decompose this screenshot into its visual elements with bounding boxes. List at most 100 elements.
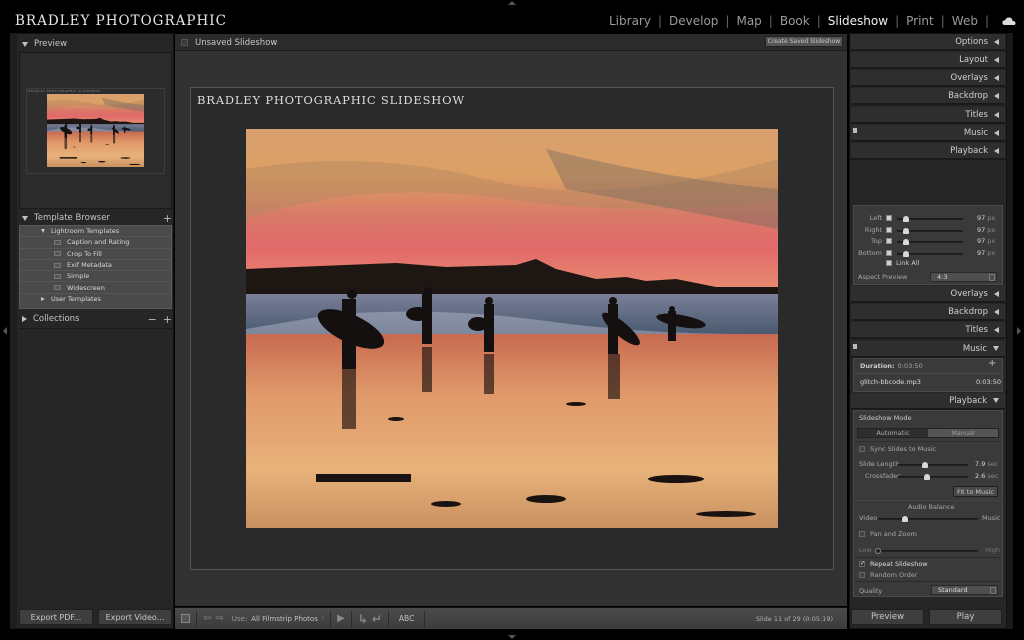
show-toolbar-square-icon[interactable] <box>181 614 190 623</box>
slide-length-slider[interactable] <box>898 462 968 468</box>
link-all-checkbox[interactable] <box>886 260 892 266</box>
music-section-header[interactable]: Music <box>851 341 1005 358</box>
quality-select[interactable]: Standard <box>931 585 998 595</box>
fit-to-music-button[interactable]: Fit to Music <box>953 486 998 497</box>
mode-automatic-button[interactable]: Automatic <box>858 429 928 437</box>
collapsed-triangle-icon <box>994 129 999 136</box>
slider-thumb[interactable] <box>903 251 909 257</box>
repeat-slideshow-checkbox[interactable]: ✓ <box>859 561 865 567</box>
previous-slide-arrow-icon[interactable]: ⇦ <box>203 613 211 624</box>
left-panel-toggle[interactable] <box>3 327 7 335</box>
export-pdf-button[interactable]: Export PDF... <box>19 609 93 625</box>
random-order-row[interactable]: Random Order <box>859 571 917 579</box>
pan-zoom-slider[interactable] <box>875 548 978 554</box>
add-template-icon[interactable]: + <box>163 212 172 225</box>
playback-section-header[interactable]: Playback <box>851 143 1005 160</box>
overlays-section-header[interactable]: Overlays <box>851 70 1005 87</box>
mode-manual-button[interactable]: Manual <box>928 429 998 437</box>
module-book[interactable]: Book <box>780 14 810 28</box>
template-item[interactable]: Exif Metadata <box>20 260 171 272</box>
repeat-slideshow-row[interactable]: ✓ Repeat Slideshow <box>859 560 928 568</box>
pan-zoom-checkbox[interactable] <box>859 531 865 537</box>
slider-thumb[interactable] <box>903 216 909 222</box>
toolbar-separator <box>350 610 352 627</box>
add-text-abc-button[interactable]: ABC <box>399 614 414 623</box>
titles-section-header[interactable]: Titles <box>851 322 1005 339</box>
folder-collapse-icon <box>41 297 45 302</box>
module-library[interactable]: Library <box>609 14 651 28</box>
export-video-button[interactable]: Export Video... <box>98 609 172 625</box>
music-track-name[interactable]: glitch-bbcode.mp3 <box>860 378 921 386</box>
aspect-preview-label: Aspect Preview <box>858 273 908 281</box>
right-panel-toggle[interactable] <box>1017 327 1021 335</box>
module-slideshow[interactable]: Slideshow <box>828 14 888 28</box>
music-section-header[interactable]: Music <box>851 125 1005 142</box>
slider-thumb[interactable] <box>921 462 928 468</box>
guide-top-slider[interactable] <box>897 239 963 245</box>
module-develop[interactable]: Develop <box>669 14 718 28</box>
next-slide-arrow-icon[interactable]: ⇨ <box>215 613 223 624</box>
crossfades-slider[interactable] <box>898 474 968 480</box>
section-label: Backdrop <box>948 306 988 317</box>
right-panel-scrollbar[interactable] <box>1007 33 1013 629</box>
options-section-header[interactable]: Options <box>851 34 1005 51</box>
top-panel-toggle[interactable] <box>508 1 516 5</box>
template-folder-lightroom[interactable]: Lightroom Templates <box>20 226 171 238</box>
cloud-sync-icon[interactable] <box>1002 16 1016 26</box>
template-item[interactable]: Caption and Rating <box>20 237 171 249</box>
add-music-icon[interactable]: + <box>988 358 996 369</box>
left-panel-edge <box>10 33 17 629</box>
guide-link-checkbox[interactable] <box>886 215 892 221</box>
module-map[interactable]: Map <box>736 14 761 28</box>
divider <box>855 441 1001 442</box>
music-enable-switch[interactable] <box>853 344 857 349</box>
backdrop-section-header[interactable]: Backdrop <box>851 304 1005 321</box>
guide-right-slider[interactable] <box>897 228 963 234</box>
collapse-triangle-icon <box>22 316 27 322</box>
random-order-checkbox[interactable] <box>859 572 865 578</box>
aspect-preview-select[interactable]: 4:3 <box>930 272 997 282</box>
template-item[interactable]: Simple <box>20 271 171 283</box>
preview-play-icon[interactable]: ▶ <box>337 613 345 624</box>
remove-collection-icon[interactable]: − <box>148 313 157 326</box>
slider-thumb[interactable] <box>924 474 931 480</box>
audio-balance-slider[interactable] <box>878 516 978 522</box>
sync-slides-row[interactable]: Sync Slides to Music <box>859 445 936 453</box>
titles-section-header[interactable]: Titles <box>851 107 1005 124</box>
preview-panel-header[interactable]: Preview <box>22 35 67 53</box>
template-item[interactable]: Widescreen <box>20 282 171 294</box>
pan-zoom-row[interactable]: Pan and Zoom <box>859 530 917 538</box>
slide-title-overlay[interactable]: BRADLEY PHOTOGRAPHIC SLIDESHOW <box>197 93 465 107</box>
guide-link-checkbox[interactable] <box>886 250 892 256</box>
slider-thumb[interactable] <box>875 548 881 554</box>
slider-thumb[interactable] <box>903 228 909 234</box>
play-button[interactable]: Play <box>929 609 1002 625</box>
use-source-select[interactable]: All Filmstrip Photos <box>251 615 318 623</box>
sync-slides-checkbox[interactable] <box>859 446 865 452</box>
module-print[interactable]: Print <box>906 14 934 28</box>
add-collection-icon[interactable]: + <box>163 313 172 326</box>
music-track-time: 0:03:50 <box>976 378 1002 386</box>
guide-link-checkbox[interactable] <box>886 238 892 244</box>
preview-button[interactable]: Preview <box>851 609 924 625</box>
layout-section-header[interactable]: Layout <box>851 52 1005 69</box>
collections-header[interactable]: Collections − + <box>22 310 172 328</box>
overlays-section-header[interactable]: Overlays <box>851 286 1005 303</box>
template-folder-user[interactable]: User Templates <box>20 294 171 305</box>
guide-bottom-slider[interactable] <box>897 251 963 257</box>
guide-link-checkbox[interactable] <box>886 227 892 233</box>
slider-thumb[interactable] <box>903 239 909 245</box>
playback-section-header[interactable]: Playback <box>851 393 1005 410</box>
backdrop-section-header[interactable]: Backdrop <box>851 88 1005 105</box>
slider-thumb[interactable] <box>902 516 908 522</box>
rotate-clockwise-icon[interactable]: ↳ <box>358 612 368 626</box>
create-saved-slideshow-button[interactable]: Create Saved Slideshow <box>765 36 843 47</box>
use-select-spinner-icon[interactable]: ⁝ <box>322 615 324 623</box>
module-web[interactable]: Web <box>952 14 978 28</box>
music-enable-switch[interactable] <box>853 128 857 133</box>
link-all-row[interactable]: Link All <box>886 259 919 267</box>
rotate-counterclockwise-icon[interactable]: ↵ <box>372 612 382 626</box>
filmstrip-toggle[interactable] <box>508 635 516 639</box>
guide-left-slider[interactable] <box>897 216 963 222</box>
template-item[interactable]: Crop To Fill <box>20 249 171 260</box>
